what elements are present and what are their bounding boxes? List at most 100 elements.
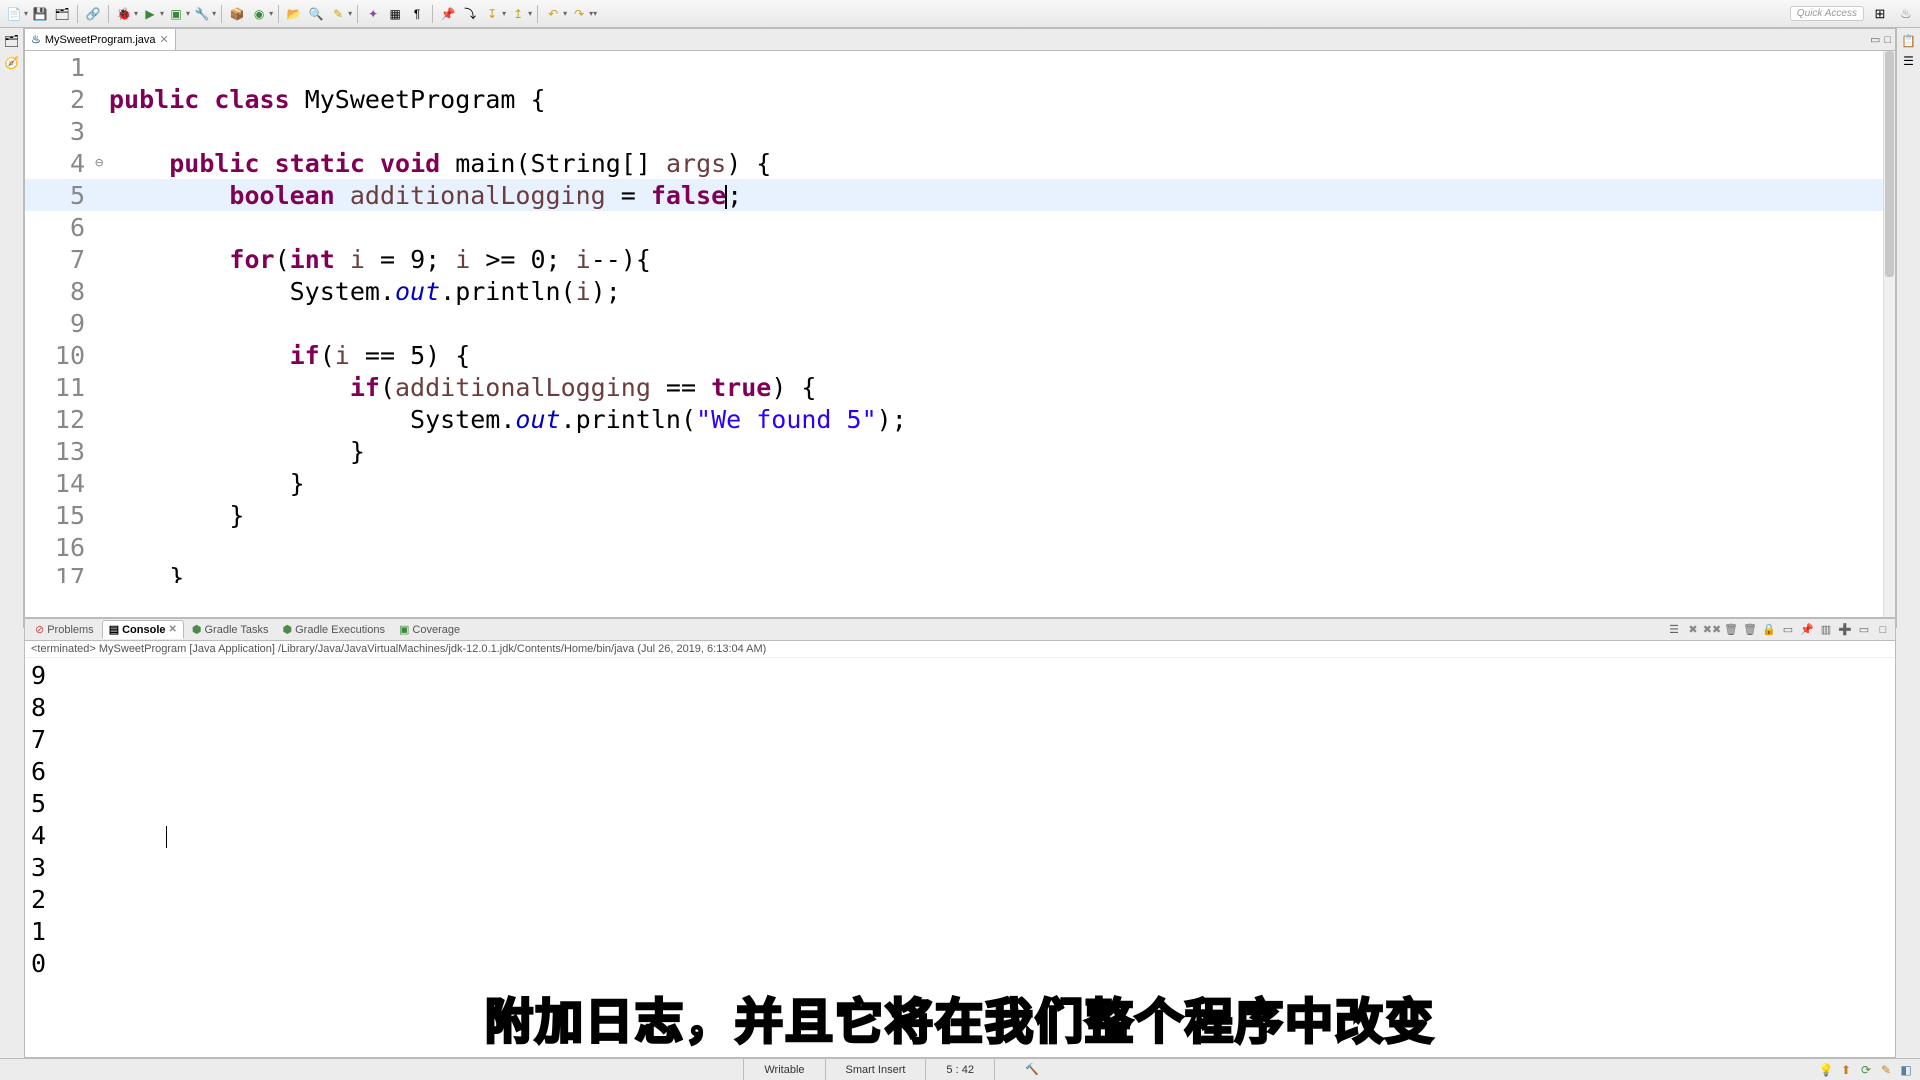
build-icon[interactable]: 🔨: [1025, 1063, 1039, 1076]
code-line[interactable]: 2public class MySweetProgram {: [25, 83, 1883, 115]
code-editor[interactable]: 12public class MySweetProgram {34⊖ publi…: [25, 51, 1883, 617]
line-source[interactable]: System.out.println("We found 5");: [109, 405, 907, 434]
line-source[interactable]: boolean additionalLogging = false;: [109, 181, 742, 210]
java-perspective-icon[interactable]: ♨: [1896, 4, 1916, 24]
back-icon[interactable]: ↶: [543, 4, 563, 24]
close-console-icon[interactable]: ✕: [169, 624, 177, 635]
console-icon: ▤: [109, 623, 119, 636]
remove-launch-icon[interactable]: 🗑: [1723, 622, 1739, 638]
code-line[interactable]: 14 }: [25, 467, 1883, 499]
line-source[interactable]: if(i == 5) {: [109, 341, 470, 370]
line-number: 7: [25, 245, 95, 274]
scroll-lock-icon[interactable]: 🔒: [1761, 622, 1777, 638]
remove-all-icon[interactable]: 🗑: [1742, 622, 1758, 638]
external-tools-icon[interactable]: 🔧: [192, 4, 212, 24]
tab-coverage[interactable]: ▣Coverage: [393, 621, 466, 638]
step-icon[interactable]: ⤵: [460, 4, 480, 24]
toggle-whitespace-icon[interactable]: ¶: [407, 4, 427, 24]
annotation-icon[interactable]: ✎: [328, 4, 348, 24]
line-source[interactable]: for(int i = 9; i >= 0; i--){: [109, 245, 651, 274]
tab-gradle-exec[interactable]: ⬢Gradle Executions: [277, 621, 392, 638]
open-perspective-icon[interactable]: ⊞: [1870, 4, 1890, 24]
new-class-icon[interactable]: ◉: [249, 4, 269, 24]
coverage-run-icon[interactable]: ▣: [166, 4, 186, 24]
code-line[interactable]: 17 }: [25, 563, 1883, 583]
code-line[interactable]: 13 }: [25, 435, 1883, 467]
max-panel-icon[interactable]: □: [1875, 622, 1891, 638]
code-line[interactable]: 4⊖ public static void main(String[] args…: [25, 147, 1883, 179]
package-explorer-stub-icon[interactable]: 🗂: [4, 34, 20, 50]
show-console-icon[interactable]: ▭: [1780, 622, 1796, 638]
navigator-stub-icon[interactable]: 🧭: [4, 56, 20, 72]
samples-icon[interactable]: ✎: [1878, 1062, 1894, 1078]
maximize-editor-icon[interactable]: □: [1884, 34, 1891, 46]
toggle-block-icon[interactable]: ▦: [385, 4, 405, 24]
line-source[interactable]: }: [109, 437, 365, 466]
editor-scrollbar[interactable]: [1883, 51, 1895, 617]
prev-annotation-icon[interactable]: ↥: [508, 4, 528, 24]
display-selected-icon[interactable]: ▥: [1818, 622, 1834, 638]
terminate-all-icon[interactable]: ✖✖: [1704, 622, 1720, 638]
code-line[interactable]: 8 System.out.println(i);: [25, 275, 1883, 307]
quick-access-input[interactable]: Quick Access: [1790, 6, 1864, 21]
line-source[interactable]: if(additionalLogging == true) {: [109, 373, 816, 402]
problems-icon: ⊘: [35, 623, 44, 636]
console-output[interactable]: 9876543210: [25, 658, 1895, 982]
console-clear-toggle-icon[interactable]: ☰: [1666, 622, 1682, 638]
open-console-icon[interactable]: ➕: [1837, 622, 1853, 638]
code-line[interactable]: 7 for(int i = 9; i >= 0; i--){: [25, 243, 1883, 275]
code-line[interactable]: 5 boolean additionalLogging = false;: [25, 179, 1883, 211]
line-source[interactable]: System.out.println(i);: [109, 277, 621, 306]
code-line[interactable]: 12 System.out.println("We found 5");: [25, 403, 1883, 435]
tab-console[interactable]: ▤Console✕: [102, 620, 184, 639]
minimize-editor-icon[interactable]: ▭: [1870, 33, 1880, 46]
sync-icon[interactable]: ⟳: [1858, 1062, 1874, 1078]
next-annotation-icon[interactable]: ↧: [482, 4, 502, 24]
open-type-icon[interactable]: 📂: [284, 4, 304, 24]
line-source[interactable]: }: [109, 469, 305, 498]
line-number: 3: [25, 117, 95, 146]
outline-stub-icon[interactable]: ☰: [1903, 54, 1914, 68]
new-package-icon[interactable]: 📦: [227, 4, 247, 24]
code-line[interactable]: 3: [25, 115, 1883, 147]
fold-marker[interactable]: ⊖: [95, 155, 109, 171]
toggle-mark-icon[interactable]: ✦: [363, 4, 383, 24]
line-source[interactable]: }: [109, 501, 244, 530]
overview-icon[interactable]: ◧: [1898, 1062, 1914, 1078]
updates-icon[interactable]: ⬆: [1838, 1062, 1854, 1078]
tab-gradle-tasks[interactable]: ⬢Gradle Tasks: [186, 621, 275, 638]
search-icon[interactable]: 🔍: [306, 4, 326, 24]
line-number: 1: [25, 53, 95, 82]
console-line: 0: [31, 948, 1889, 980]
save-all-icon[interactable]: 🗂: [52, 4, 72, 24]
task-list-stub-icon[interactable]: 📋: [1901, 34, 1916, 48]
line-source[interactable]: }: [109, 563, 184, 583]
forward-icon[interactable]: ↷: [569, 4, 589, 24]
gradle-exec-icon: ⬢: [283, 623, 293, 636]
tab-problems[interactable]: ⊘Problems: [29, 621, 100, 638]
code-line[interactable]: 1: [25, 51, 1883, 83]
close-tab-icon[interactable]: ✕: [160, 33, 169, 46]
code-line[interactable]: 6: [25, 211, 1883, 243]
save-icon[interactable]: 💾: [30, 4, 50, 24]
link-icon[interactable]: 🔗: [83, 4, 103, 24]
console-line: 1: [31, 916, 1889, 948]
code-line[interactable]: 9: [25, 307, 1883, 339]
line-source[interactable]: public class MySweetProgram {: [109, 85, 546, 114]
code-line[interactable]: 16: [25, 531, 1883, 563]
tip-icon[interactable]: 💡: [1818, 1062, 1834, 1078]
debug-icon[interactable]: 🐞: [114, 4, 134, 24]
pin-icon[interactable]: 📌: [438, 4, 458, 24]
code-line[interactable]: 11 if(additionalLogging == true) {: [25, 371, 1883, 403]
min-panel-icon[interactable]: ▭: [1856, 622, 1872, 638]
code-line[interactable]: 15 }: [25, 499, 1883, 531]
line-source[interactable]: public static void main(String[] args) {: [109, 149, 771, 178]
run-icon[interactable]: ▶: [140, 4, 160, 24]
terminate-icon[interactable]: ✖: [1685, 622, 1701, 638]
console-line: 7: [31, 724, 1889, 756]
new-icon[interactable]: 📄: [4, 4, 24, 24]
line-number: 10: [25, 341, 95, 370]
editor-tab[interactable]: ♨ MySweetProgram.java ✕: [25, 29, 176, 50]
code-line[interactable]: 10 if(i == 5) {: [25, 339, 1883, 371]
pin2-icon[interactable]: 📌: [1799, 622, 1815, 638]
